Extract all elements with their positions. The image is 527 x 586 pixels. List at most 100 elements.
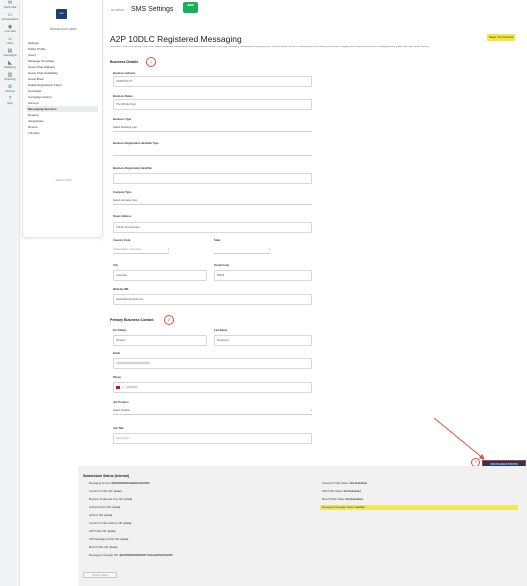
registration-identifier-label: Business Registration Identifier: [113, 167, 153, 170]
chevron-down-icon: ▾: [268, 248, 270, 251]
rail-item-label: Live Chat: [4, 30, 16, 33]
street-address-field[interactable]: 10419 Columbia Ave: [113, 222, 312, 233]
submission-status-panel: Submission Status (Internal) Messaging S…: [78, 466, 527, 586]
refresh-status-button[interactable]: Refresh Status: [83, 572, 117, 578]
status-row-label: Brand Profile Status:: [322, 498, 345, 501]
status-row: Messaging Service: MG0000000003e99ab0e0b…: [89, 481, 150, 486]
users-icon: ☺: [7, 36, 13, 42]
status-row: Authorized Rep SID: (none): [89, 505, 120, 510]
rail-item-label: Settings: [5, 90, 15, 93]
status-row: Brand Profile Status: Not Submitted: [322, 497, 363, 502]
website-url-field[interactable]: thewhistlestopdiner.com: [113, 294, 312, 305]
first-name-field[interactable]: Winston: [113, 335, 207, 346]
rail-item-marketing[interactable]: ◣ Marketing: [0, 60, 20, 70]
email-label: Email: [113, 352, 120, 355]
postal-code-field[interactable]: 58016: [214, 270, 312, 281]
status-row-highlighted: Messaging Campaign Status: Inactive: [320, 505, 518, 510]
status-row-value: QE2000000000000000??A0e0a497d5e55a500: [119, 554, 173, 557]
business-name-label: Business Name: [113, 95, 133, 98]
street-address-label: Street Address: [113, 215, 132, 218]
status-row-value: (none): [112, 506, 121, 509]
last-name-label: Last Name: [214, 329, 228, 332]
email-field[interactable]: [113, 358, 312, 369]
state-label: State: [214, 239, 221, 242]
rail-item-label: Campaigns: [3, 54, 17, 57]
status-row-value: Not Submitted: [345, 498, 363, 501]
redacted-email: [116, 362, 150, 365]
sms-chat-icon: •••: [183, 2, 198, 13]
status-row-value: Not Submitted: [349, 482, 367, 485]
status-row-value: Not Submitted: [343, 490, 361, 493]
settings-sidebar: SMS BOOZE COCO HAWS Settings Public Prof…: [22, 0, 103, 238]
registration-identifier-type-select[interactable]: [113, 148, 312, 156]
status-row-label: Messaging Campaign Status:: [322, 506, 355, 509]
business-details-heading: Business Details: [110, 60, 139, 64]
gear-icon: ⚙: [7, 84, 13, 90]
intro-text: A2P 10DLC refers to a system in the Unit…: [110, 46, 429, 48]
annotation-arrow: [433, 417, 485, 460]
icon-rail: ✉ Quick Chat ▭ Conversations ◉ Live Chat…: [0, 0, 20, 586]
status-row: Customer Profile Status: Not Submitted: [322, 481, 367, 486]
status-row-value: (none): [120, 538, 129, 541]
settings-menu: Settings Public Profile Users Message Te…: [26, 40, 98, 136]
sidebar-item-tutorials[interactable]: Tutorials: [28, 130, 98, 136]
rail-item-users[interactable]: ☺ Users: [0, 36, 20, 46]
status-row-label: A2P Profile Status:: [322, 490, 343, 493]
job-title-label: Job Title: [113, 427, 124, 430]
rail-item-quick-chat[interactable]: ✉ Quick Chat: [0, 0, 20, 10]
country-code-select[interactable]: United States of America ▾: [113, 246, 169, 254]
job-title-field[interactable]: Director Ext: [113, 433, 312, 444]
business-industry-field[interactable]: HOSPITALITY: [113, 76, 312, 87]
business-type-select[interactable]: Select business type: [113, 124, 312, 132]
rail-item-help[interactable]: ? Help: [0, 97, 20, 106]
chevron-down-icon: ▾: [310, 409, 312, 412]
status-row: Business Profile End-User SID: (none): [89, 497, 132, 502]
campaign-icon: ▤: [7, 48, 13, 54]
country-code-value: United States of America: [113, 248, 142, 251]
status-row-value: (none): [123, 522, 132, 525]
app-version: Version 2.8.19: [55, 179, 72, 182]
business-name-field[interactable]: The Whistle Stop: [113, 99, 312, 110]
city-field[interactable]: Columbia: [113, 270, 207, 281]
last-name-field[interactable]: Dougherty: [214, 335, 312, 346]
chevron-down-icon: ▾: [167, 248, 169, 251]
megaphone-icon: ◣: [8, 60, 12, 66]
rail-item-label: Help: [7, 102, 13, 105]
business-type-label: Business Type: [113, 118, 132, 121]
live-chat-icon: ◉: [7, 24, 13, 30]
logo-text: SMS: [59, 13, 64, 15]
phone-field[interactable]: ▾: [113, 382, 312, 393]
status-row: Address SID: (none): [89, 513, 112, 518]
registration-identifier-field[interactable]: [113, 173, 312, 184]
job-position-label: Job Position: [113, 401, 129, 404]
job-position-select[interactable]: Select position ▾: [113, 407, 312, 415]
status-row: Customer Profile Address SID: (none): [89, 521, 131, 526]
badge-glyph: •••: [187, 3, 194, 9]
rail-item-label: Quick Chat: [3, 6, 17, 9]
bar-chart-icon: ▥: [7, 72, 13, 78]
registration-identifier-type-label: Business Registration Identifier Type: [113, 142, 159, 145]
state-select[interactable]: ▾: [214, 246, 270, 254]
status-row: Customer Profile SID: (none): [89, 489, 122, 494]
chat-icon: ✉: [7, 0, 13, 6]
top-bar: ← GO BACK SMS Settings •••: [104, 0, 527, 20]
us-flag-icon: [116, 385, 120, 389]
rail-item-reporting[interactable]: ▥ Reporting: [0, 72, 20, 82]
rail-item-settings[interactable]: ⚙ Settings: [0, 84, 20, 94]
account-name: BOOZE COCO HAWS: [50, 28, 77, 31]
rail-item-conversations[interactable]: ▭ Conversations: [0, 13, 20, 22]
company-type-select[interactable]: Select company type: [113, 197, 312, 205]
status-row-label: Authorized Rep SID:: [89, 506, 112, 509]
rail-item-live-chat[interactable]: ◉ Live Chat: [0, 24, 20, 34]
page-title: SMS Settings: [131, 6, 174, 13]
back-button[interactable]: ← GO BACK: [107, 8, 125, 12]
status-row-value: MG0000000003e99ab0e0b07f02c: [111, 482, 151, 485]
phone-label: Phone: [113, 376, 121, 379]
business-industry-label: Business Industry: [113, 72, 136, 75]
status-row-label: Messaging Campaign SID:: [89, 554, 119, 557]
rail-item-campaigns[interactable]: ▤ Campaigns: [0, 48, 20, 58]
redacted-phone: [126, 386, 139, 389]
status-row: Messaging Campaign SID: QE20000000000000…: [89, 553, 173, 558]
rail-item-label: Users: [6, 42, 14, 45]
status-row-value: (none): [124, 498, 133, 501]
